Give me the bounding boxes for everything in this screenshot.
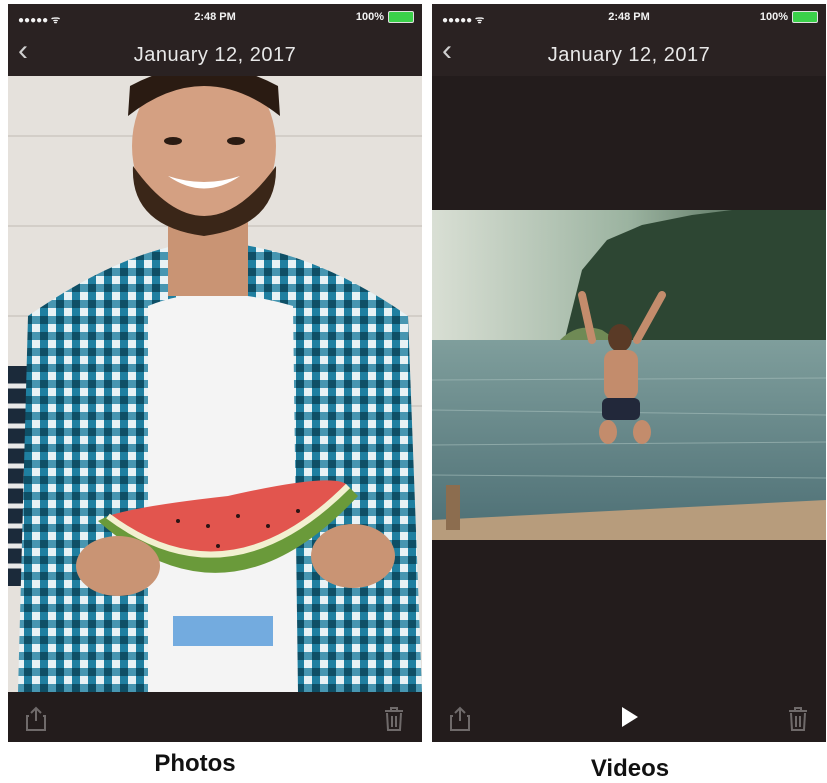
share-icon[interactable] — [24, 706, 48, 732]
battery-percent: 100% — [759, 11, 788, 23]
photo-image — [8, 60, 422, 692]
battery-indicator: 100% — [356, 11, 414, 23]
photos-screen: ●●●●● ᯤ 2:48 PM 100% ‹ January 12, 2017 — [8, 4, 422, 742]
photo-view[interactable] — [8, 60, 422, 692]
videos-screen: ●●●●● ᯤ 2:48 PM 100% ‹ January 12, 2017 — [432, 4, 826, 742]
photos-caption: Photos — [154, 750, 236, 777]
nav-bar: ‹ January 12, 2017 — [8, 30, 422, 76]
status-bar: ●●●●● ᯤ 2:48 PM 100% — [432, 4, 826, 30]
status-bar: ●●●●● ᯤ 2:48 PM 100% — [8, 4, 422, 30]
page-title: January 12, 2017 — [547, 44, 711, 66]
play-icon[interactable] — [617, 704, 641, 730]
share-icon[interactable] — [448, 706, 472, 732]
battery-indicator: 100% — [760, 11, 818, 23]
trash-icon[interactable] — [382, 706, 406, 732]
nav-bar: ‹ January 12, 2017 — [432, 30, 826, 76]
video-frame-image — [432, 210, 826, 540]
battery-icon — [388, 11, 414, 23]
battery-icon — [792, 11, 818, 23]
video-view[interactable] — [432, 210, 826, 540]
bottom-toolbar — [8, 692, 422, 742]
videos-caption: Videos — [590, 755, 670, 782]
battery-percent: 100% — [355, 11, 384, 23]
trash-icon[interactable] — [786, 706, 810, 732]
bottom-toolbar — [432, 692, 826, 742]
page-title: January 12, 2017 — [133, 44, 297, 66]
